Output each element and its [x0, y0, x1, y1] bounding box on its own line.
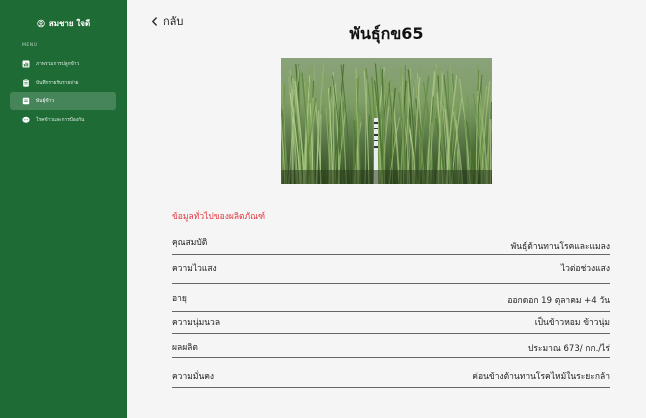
sidebar-item-overview[interactable]: ภาพรวมการปลูกข้าว: [10, 55, 116, 73]
info-row-softness: ความนุ่มนวล เป็นข้าวหอม ข้าวนุ่ม: [172, 312, 610, 334]
info-value: เป็นข้าวหอม ข้าวนุ่ม: [534, 318, 610, 328]
sidebar-item-label: พันธุ์ข้าว: [36, 99, 55, 104]
chat-icon: [22, 116, 30, 124]
info-value: พันธุ์ต้านทานโรคและแมลง: [510, 242, 610, 252]
info-value: ไวต่อช่วงแสง: [560, 264, 610, 274]
main-content: กลับ พันธุ์กข65 ข้อมูลทั่วไปของผลิตภัณฑ์…: [127, 0, 646, 418]
sidebar-item-label: ภาพรวมการปลูกข้าว: [36, 62, 80, 67]
info-key: ผลผลิต: [172, 343, 198, 353]
info-key: ความไวแสง: [172, 264, 217, 274]
sidebar-item-diseases[interactable]: โรคข้าวและการป้องกัน: [10, 111, 116, 129]
sidebar-item-rice-varieties[interactable]: พันธุ์ข้าว: [10, 92, 116, 110]
user-icon: [37, 19, 45, 28]
info-value: ประมาณ 673/ กก./ไร่: [528, 344, 610, 354]
user-profile[interactable]: สมชาย ใจดี: [0, 17, 127, 30]
book-icon: [22, 97, 30, 105]
info-key: คุณสมบัติ: [172, 238, 208, 248]
menu-heading: MENU: [22, 43, 38, 48]
section-title: ข้อมูลทั่วไปของผลิตภัณฑ์: [172, 212, 266, 222]
info-row-stability: ความมั่นคง ค่อนข้างต้านทานโรคไหม้ในระยะก…: [172, 358, 610, 388]
info-row-yield: ผลผลิต ประมาณ 673/ กก./ไร่: [172, 334, 610, 358]
info-row-age: อายุ ออกดอก 19 ตุลาคม +4 วัน: [172, 284, 610, 312]
sidebar-item-records[interactable]: บันทึกรายรับรายจ่าย: [10, 74, 116, 92]
sidebar-item-label: โรคข้าวและการป้องกัน: [36, 117, 85, 123]
info-row-photoperiod: ความไวแสง ไวต่อช่วงแสง: [172, 255, 610, 284]
sidebar-item-label: บันทึกรายรับรายจ่าย: [36, 80, 79, 86]
chart-icon: [22, 60, 30, 68]
info-key: ความนุ่มนวล: [172, 318, 221, 328]
info-value: ค่อนข้างต้านทานโรคไหม้ในระยะกล้า: [472, 372, 610, 382]
sidebar-menu: ภาพรวมการปลูกข้าว บันทึกรายรับรายจ่าย พั…: [10, 55, 116, 129]
sidebar: สมชาย ใจดี MENU ภาพรวมการปลูกข้าว บันทึก…: [0, 0, 127, 418]
info-row-property: คุณสมบัติ พันธุ์ต้านทานโรคและแมลง: [172, 228, 610, 255]
info-value: ออกดอก 19 ตุลาคม +4 วัน: [507, 296, 610, 306]
info-key: ความมั่นคง: [172, 372, 215, 382]
user-name: สมชาย ใจดี: [48, 19, 91, 28]
clipboard-icon: [22, 78, 30, 87]
page-title: พันธุ์กข65: [349, 24, 424, 43]
rice-field-photo: [281, 58, 492, 184]
product-info-table: คุณสมบัติ พันธุ์ต้านทานโรคและแมลง ความไว…: [172, 228, 610, 388]
info-key: อายุ: [172, 294, 187, 304]
